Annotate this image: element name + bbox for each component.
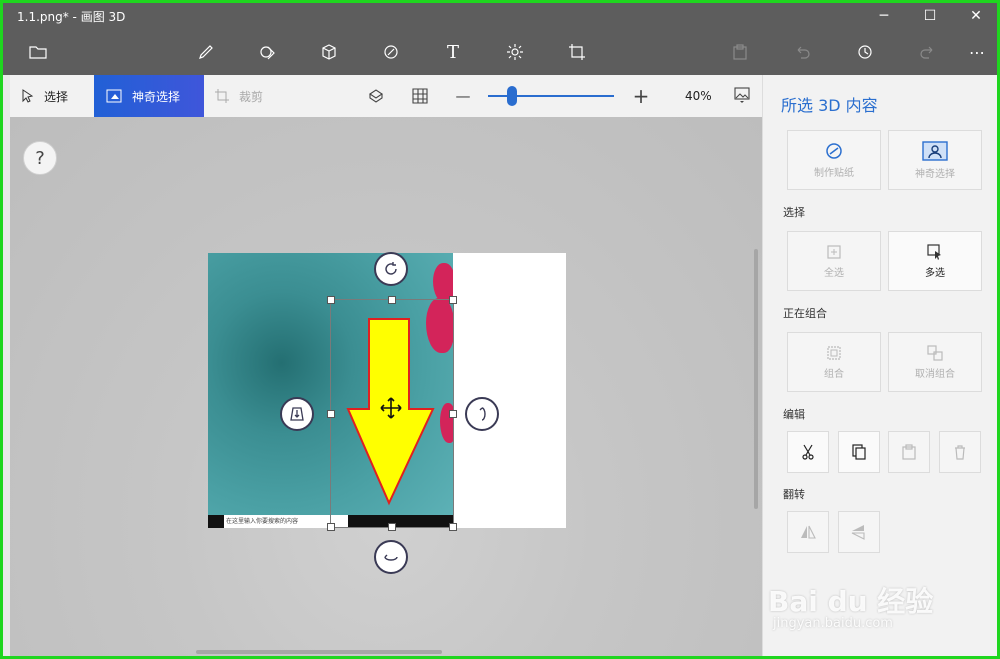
undo-icon[interactable]	[790, 40, 816, 64]
baidu-watermark: Bai du 经验	[768, 585, 934, 618]
ungroup-icon	[927, 344, 943, 361]
minimize-button[interactable]: ─	[861, 3, 907, 29]
resize-handle[interactable]	[327, 523, 335, 531]
zoom-value: 40%	[685, 89, 712, 103]
canvas-area[interactable]: ? 在这里输入你要搜索的内容	[10, 117, 762, 656]
resize-handle[interactable]	[449, 296, 457, 304]
magic-select-icon	[922, 140, 948, 161]
multi-select-icon	[927, 243, 941, 260]
3d-shapes-icon[interactable]	[316, 40, 342, 64]
edit-section-heading: 编辑	[783, 408, 805, 421]
canvas-icon[interactable]	[564, 40, 590, 64]
history-icon[interactable]	[852, 40, 878, 64]
resize-handle[interactable]	[388, 523, 396, 531]
panel-magic-select-label: 神奇选择	[915, 168, 955, 180]
flip-horizontal-button[interactable]	[787, 511, 829, 553]
windows-logo-icon	[208, 515, 224, 528]
ungroup-label: 取消组合	[915, 368, 955, 380]
resize-handle[interactable]	[388, 296, 396, 304]
title-bar: 1.1.png* - 画图 3D ─ ☐ ✕	[3, 3, 997, 29]
view-3d-icon[interactable]	[365, 86, 387, 106]
redo-icon[interactable]	[914, 40, 940, 64]
folder-icon[interactable]	[25, 40, 51, 64]
taskbar-search-text: 在这里输入你要搜索的内容	[226, 518, 299, 525]
cursor-icon	[22, 89, 34, 103]
cut-button[interactable]	[787, 431, 829, 473]
copy-icon	[852, 444, 866, 460]
grid-icon[interactable]	[409, 86, 431, 106]
make-sticker-label: 制作贴纸	[814, 167, 854, 179]
select-toolbar: 选择 神奇选择 裁剪 — + 40%	[10, 75, 762, 118]
window-title: 1.1.png* - 画图 3D	[17, 10, 126, 24]
select-section-heading: 选择	[783, 206, 805, 219]
baidu-watermark-url: jingyan.baidu.com	[773, 616, 893, 631]
multi-select-label: 多选	[925, 267, 945, 279]
group-label: 组合	[824, 368, 844, 380]
image-view-icon[interactable]	[731, 86, 753, 106]
select-tool-button[interactable]: 选择	[10, 75, 94, 117]
resize-handle[interactable]	[449, 523, 457, 531]
move-icon[interactable]	[380, 397, 402, 424]
help-button[interactable]: ?	[23, 141, 57, 175]
2d-shapes-icon[interactable]	[255, 40, 281, 64]
flip-vertical-icon	[851, 525, 865, 540]
trash-icon	[955, 445, 965, 460]
maximize-button[interactable]: ☐	[907, 3, 953, 29]
group-icon	[827, 345, 841, 360]
panel-magic-select-button[interactable]: 神奇选择	[888, 130, 982, 190]
copy-button[interactable]	[838, 431, 880, 473]
app-window: 1.1.png* - 画图 3D ─ ☐ ✕ T ⋯ 选择 神奇选择 裁剪 — …	[3, 3, 997, 656]
zoom-out-button[interactable]: —	[452, 86, 474, 106]
sticker-icon	[826, 142, 842, 159]
make-sticker-button[interactable]: 制作贴纸	[787, 130, 881, 190]
flip-section-heading: 翻转	[783, 488, 805, 501]
zoom-in-button[interactable]: +	[630, 84, 652, 108]
paste-button[interactable]	[888, 431, 930, 473]
flip-horizontal-icon	[801, 525, 816, 539]
select-all-button[interactable]: 全选	[787, 231, 881, 291]
brushes-icon[interactable]	[193, 40, 219, 64]
resize-handle[interactable]	[327, 410, 335, 418]
multi-select-button[interactable]: 多选	[888, 231, 982, 291]
select-tool-label: 选择	[44, 89, 69, 104]
rotate-y-icon[interactable]	[465, 397, 499, 431]
rotate-x-icon[interactable]	[374, 540, 408, 574]
side-panel: 所选 3D 内容 制作贴纸 神奇选择 选择 全选 多选 正在组合 组合 取消组合…	[762, 75, 997, 656]
effects-icon[interactable]	[502, 40, 528, 64]
select-all-icon	[827, 244, 841, 259]
text-icon[interactable]: T	[440, 40, 466, 64]
group-section-heading: 正在组合	[783, 307, 827, 320]
magic-select-label: 神奇选择	[132, 89, 181, 104]
resize-handle[interactable]	[449, 410, 457, 418]
stickers-icon[interactable]	[378, 40, 404, 64]
paste-icon	[902, 444, 916, 460]
crop-icon	[215, 89, 229, 103]
zoom-slider-thumb[interactable]	[507, 86, 517, 106]
select-all-label: 全选	[824, 267, 844, 279]
flip-vertical-button[interactable]	[838, 511, 880, 553]
magic-select-icon	[106, 89, 122, 103]
vertical-scrollbar[interactable]	[754, 249, 758, 509]
more-icon[interactable]: ⋯	[964, 40, 990, 64]
delete-button[interactable]	[939, 431, 981, 473]
horizontal-scrollbar[interactable]	[196, 650, 442, 654]
rotate-z-icon[interactable]	[374, 252, 408, 286]
resize-handle[interactable]	[327, 296, 335, 304]
group-button[interactable]: 组合	[787, 332, 881, 392]
crop-button[interactable]: 裁剪	[215, 75, 285, 117]
scissors-icon	[802, 444, 814, 460]
close-button[interactable]: ✕	[953, 3, 997, 29]
magic-select-button[interactable]: 神奇选择	[94, 75, 204, 117]
panel-title: 所选 3D 内容	[781, 96, 878, 115]
crop-label: 裁剪	[239, 89, 264, 104]
main-toolbar: T ⋯	[3, 29, 997, 75]
ungroup-button[interactable]: 取消组合	[888, 332, 982, 392]
paste-icon[interactable]	[727, 40, 753, 64]
push-depth-icon[interactable]	[280, 397, 314, 431]
